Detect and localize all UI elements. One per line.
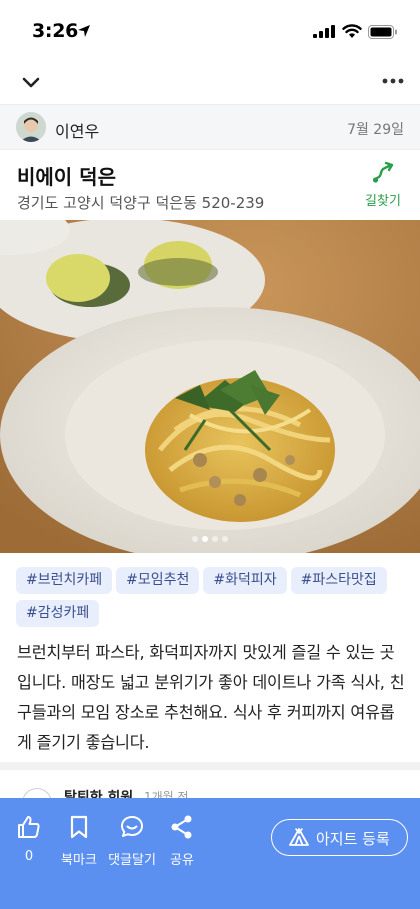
- thumbs-up-icon: [18, 816, 40, 838]
- bottom-action-bar: 0 북마크 댓글달기 공유 아지트 등록: [0, 798, 420, 909]
- bookmark-icon: [70, 815, 88, 839]
- status-time: 3:26: [32, 20, 79, 42]
- share-label: 공유: [170, 853, 194, 868]
- tag-chip[interactable]: #화덕피자: [203, 567, 287, 594]
- register-hideout-label: 아지트 등록: [316, 830, 390, 848]
- register-hideout-button[interactable]: 아지트 등록: [271, 819, 408, 856]
- tag-chip[interactable]: #감성카페: [16, 600, 100, 627]
- directions-button[interactable]: 길찾기: [363, 160, 403, 209]
- author-row: 이연우 7월 29일: [0, 104, 420, 150]
- bookmark-label: 북마크: [61, 853, 97, 868]
- section-divider: [0, 762, 420, 770]
- tent-icon: [289, 828, 309, 846]
- comment-button[interactable]: 댓글달기: [104, 814, 160, 868]
- comment-label: 댓글달기: [108, 853, 156, 868]
- author-name[interactable]: 이연우: [55, 118, 99, 142]
- pasta-photo-image: [0, 220, 420, 553]
- directions-label: 길찾기: [365, 194, 401, 209]
- cellular-signal-icon: [313, 25, 335, 38]
- carousel-dot-active[interactable]: [202, 536, 208, 542]
- carousel-dot[interactable]: [212, 536, 218, 542]
- chat-bubble-icon: [121, 816, 143, 837]
- tag-chip[interactable]: #브런치카페: [16, 567, 113, 594]
- tag-list: #브런치카페 #모임추천 #화덕피자 #파스타맛집 #감성카페: [16, 567, 406, 633]
- tag-chip[interactable]: #모임추천: [116, 567, 200, 594]
- like-button[interactable]: 0: [14, 814, 44, 864]
- place-photo[interactable]: [0, 220, 420, 553]
- chevron-down-icon[interactable]: [20, 72, 42, 92]
- place-header: 비에이 덕은 경기도 고양시 덕양구 덕은동 520-239 길찾기: [0, 150, 420, 220]
- place-address: 경기도 고양시 덕양구 덕은동 520-239: [17, 194, 265, 212]
- share-button[interactable]: 공유: [164, 814, 200, 868]
- place-description: 브런치부터 파스타, 화덕피자까지 맛있게 즐길 수 있는 곳입니다. 매장도 …: [17, 643, 405, 752]
- place-name: 비에이 덕은: [17, 165, 116, 189]
- directions-route-icon: [372, 161, 394, 183]
- wifi-icon: [342, 24, 362, 38]
- battery-icon: [368, 25, 397, 39]
- post-date: 7월 29일: [347, 122, 404, 138]
- location-arrow-icon: [78, 25, 90, 37]
- share-icon: [171, 815, 192, 839]
- avatar[interactable]: [16, 112, 46, 142]
- avatar-image: [16, 112, 46, 142]
- carousel-dots: [0, 527, 420, 542]
- like-count: 0: [24, 849, 34, 864]
- status-bar: 3:26: [0, 0, 420, 60]
- nav-bar: [0, 60, 420, 104]
- carousel-dot[interactable]: [192, 536, 198, 542]
- tag-chip[interactable]: #파스타맛집: [290, 567, 387, 594]
- bookmark-button[interactable]: 북마크: [58, 814, 100, 868]
- carousel-dot[interactable]: [222, 536, 228, 542]
- more-options-icon[interactable]: [382, 78, 404, 84]
